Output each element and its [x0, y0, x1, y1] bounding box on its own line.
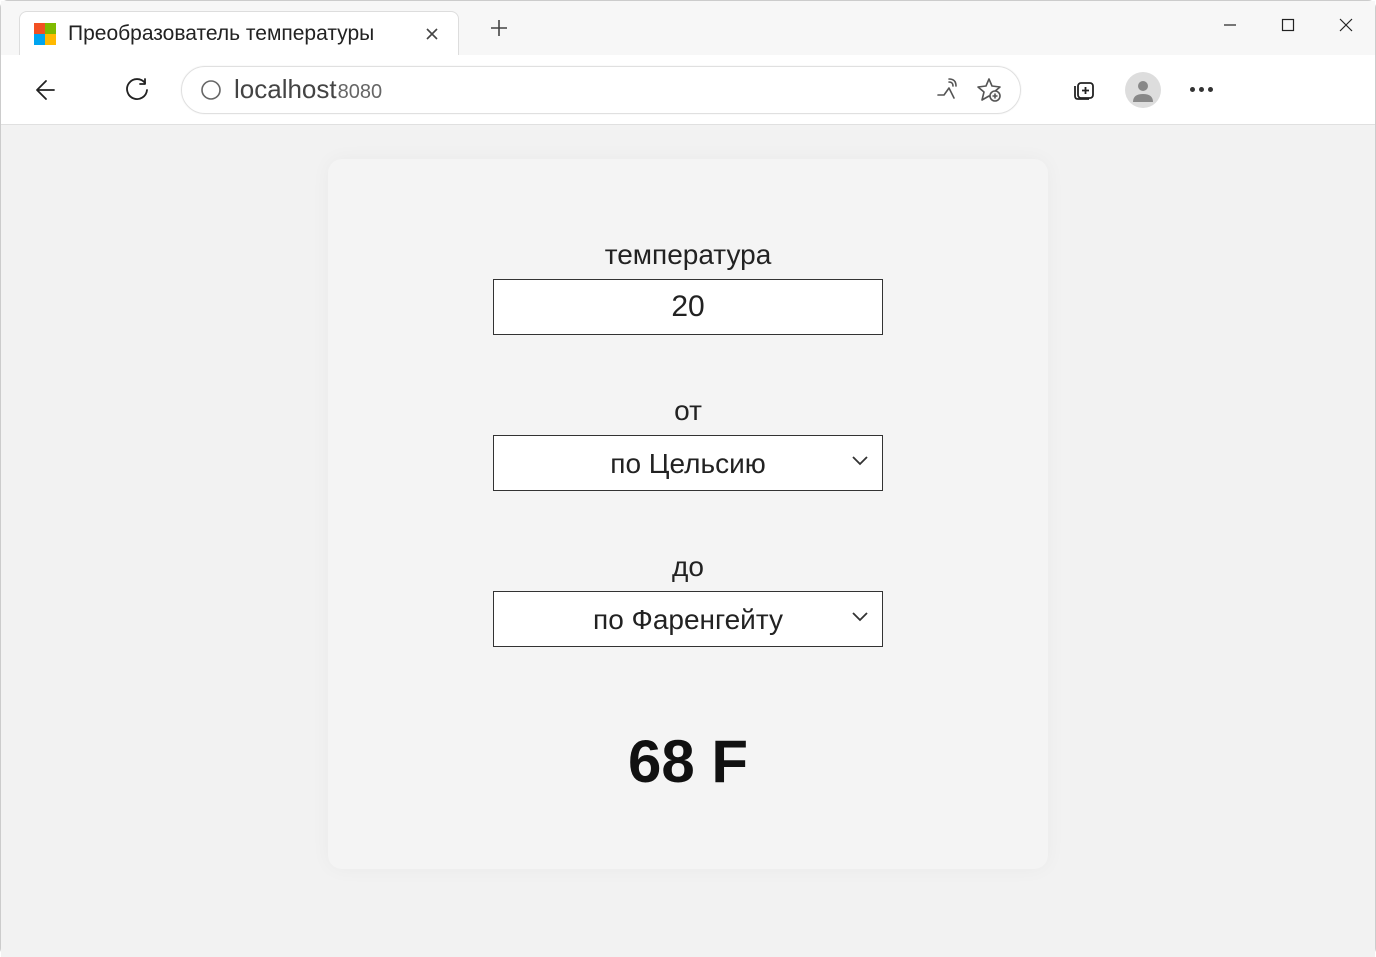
tab-bar: Преобразователь температуры	[1, 1, 1375, 55]
address-host: localhost	[234, 74, 337, 105]
close-window-button[interactable]	[1317, 5, 1375, 45]
result-output: 68 F	[628, 727, 748, 796]
maximize-button[interactable]	[1259, 5, 1317, 45]
read-aloud-icon[interactable]	[934, 78, 958, 102]
refresh-button[interactable]	[115, 68, 159, 112]
from-label: от	[674, 395, 702, 427]
more-menu-button[interactable]	[1179, 68, 1223, 112]
page-content: температура от по Цельсию до по Фаренгей…	[1, 125, 1375, 957]
address-text: localhost8080	[234, 74, 382, 105]
minimize-button[interactable]	[1201, 5, 1259, 45]
to-unit-select[interactable]: по Фаренгейту	[493, 591, 883, 647]
tab-title: Преобразователь температуры	[68, 22, 408, 46]
collections-icon[interactable]	[1063, 68, 1107, 112]
from-field-group: от по Цельсию	[493, 395, 883, 491]
favorites-add-icon[interactable]	[976, 77, 1002, 103]
back-button[interactable]	[21, 68, 65, 112]
window-controls	[1201, 1, 1375, 55]
close-tab-icon[interactable]	[420, 22, 444, 46]
browser-chrome: Преобразователь температуры	[1, 1, 1375, 125]
profile-avatar[interactable]	[1125, 72, 1161, 108]
temperature-field-group: температура	[493, 239, 883, 335]
temperature-input[interactable]	[493, 279, 883, 335]
more-dots-icon	[1190, 87, 1213, 92]
address-bar[interactable]: localhost8080	[181, 66, 1021, 114]
converter-card: температура от по Цельсию до по Фаренгей…	[328, 159, 1048, 869]
site-info-icon[interactable]	[200, 79, 222, 101]
browser-tab[interactable]: Преобразователь температуры	[19, 11, 459, 55]
to-field-group: до по Фаренгейту	[493, 551, 883, 647]
temperature-label: температура	[605, 239, 772, 271]
from-unit-select[interactable]: по Цельсию	[493, 435, 883, 491]
new-tab-button[interactable]	[479, 8, 519, 48]
address-port: 8080	[338, 81, 383, 104]
microsoft-favicon	[34, 23, 56, 45]
to-label: до	[672, 551, 704, 583]
browser-toolbar: localhost8080	[1, 55, 1375, 125]
